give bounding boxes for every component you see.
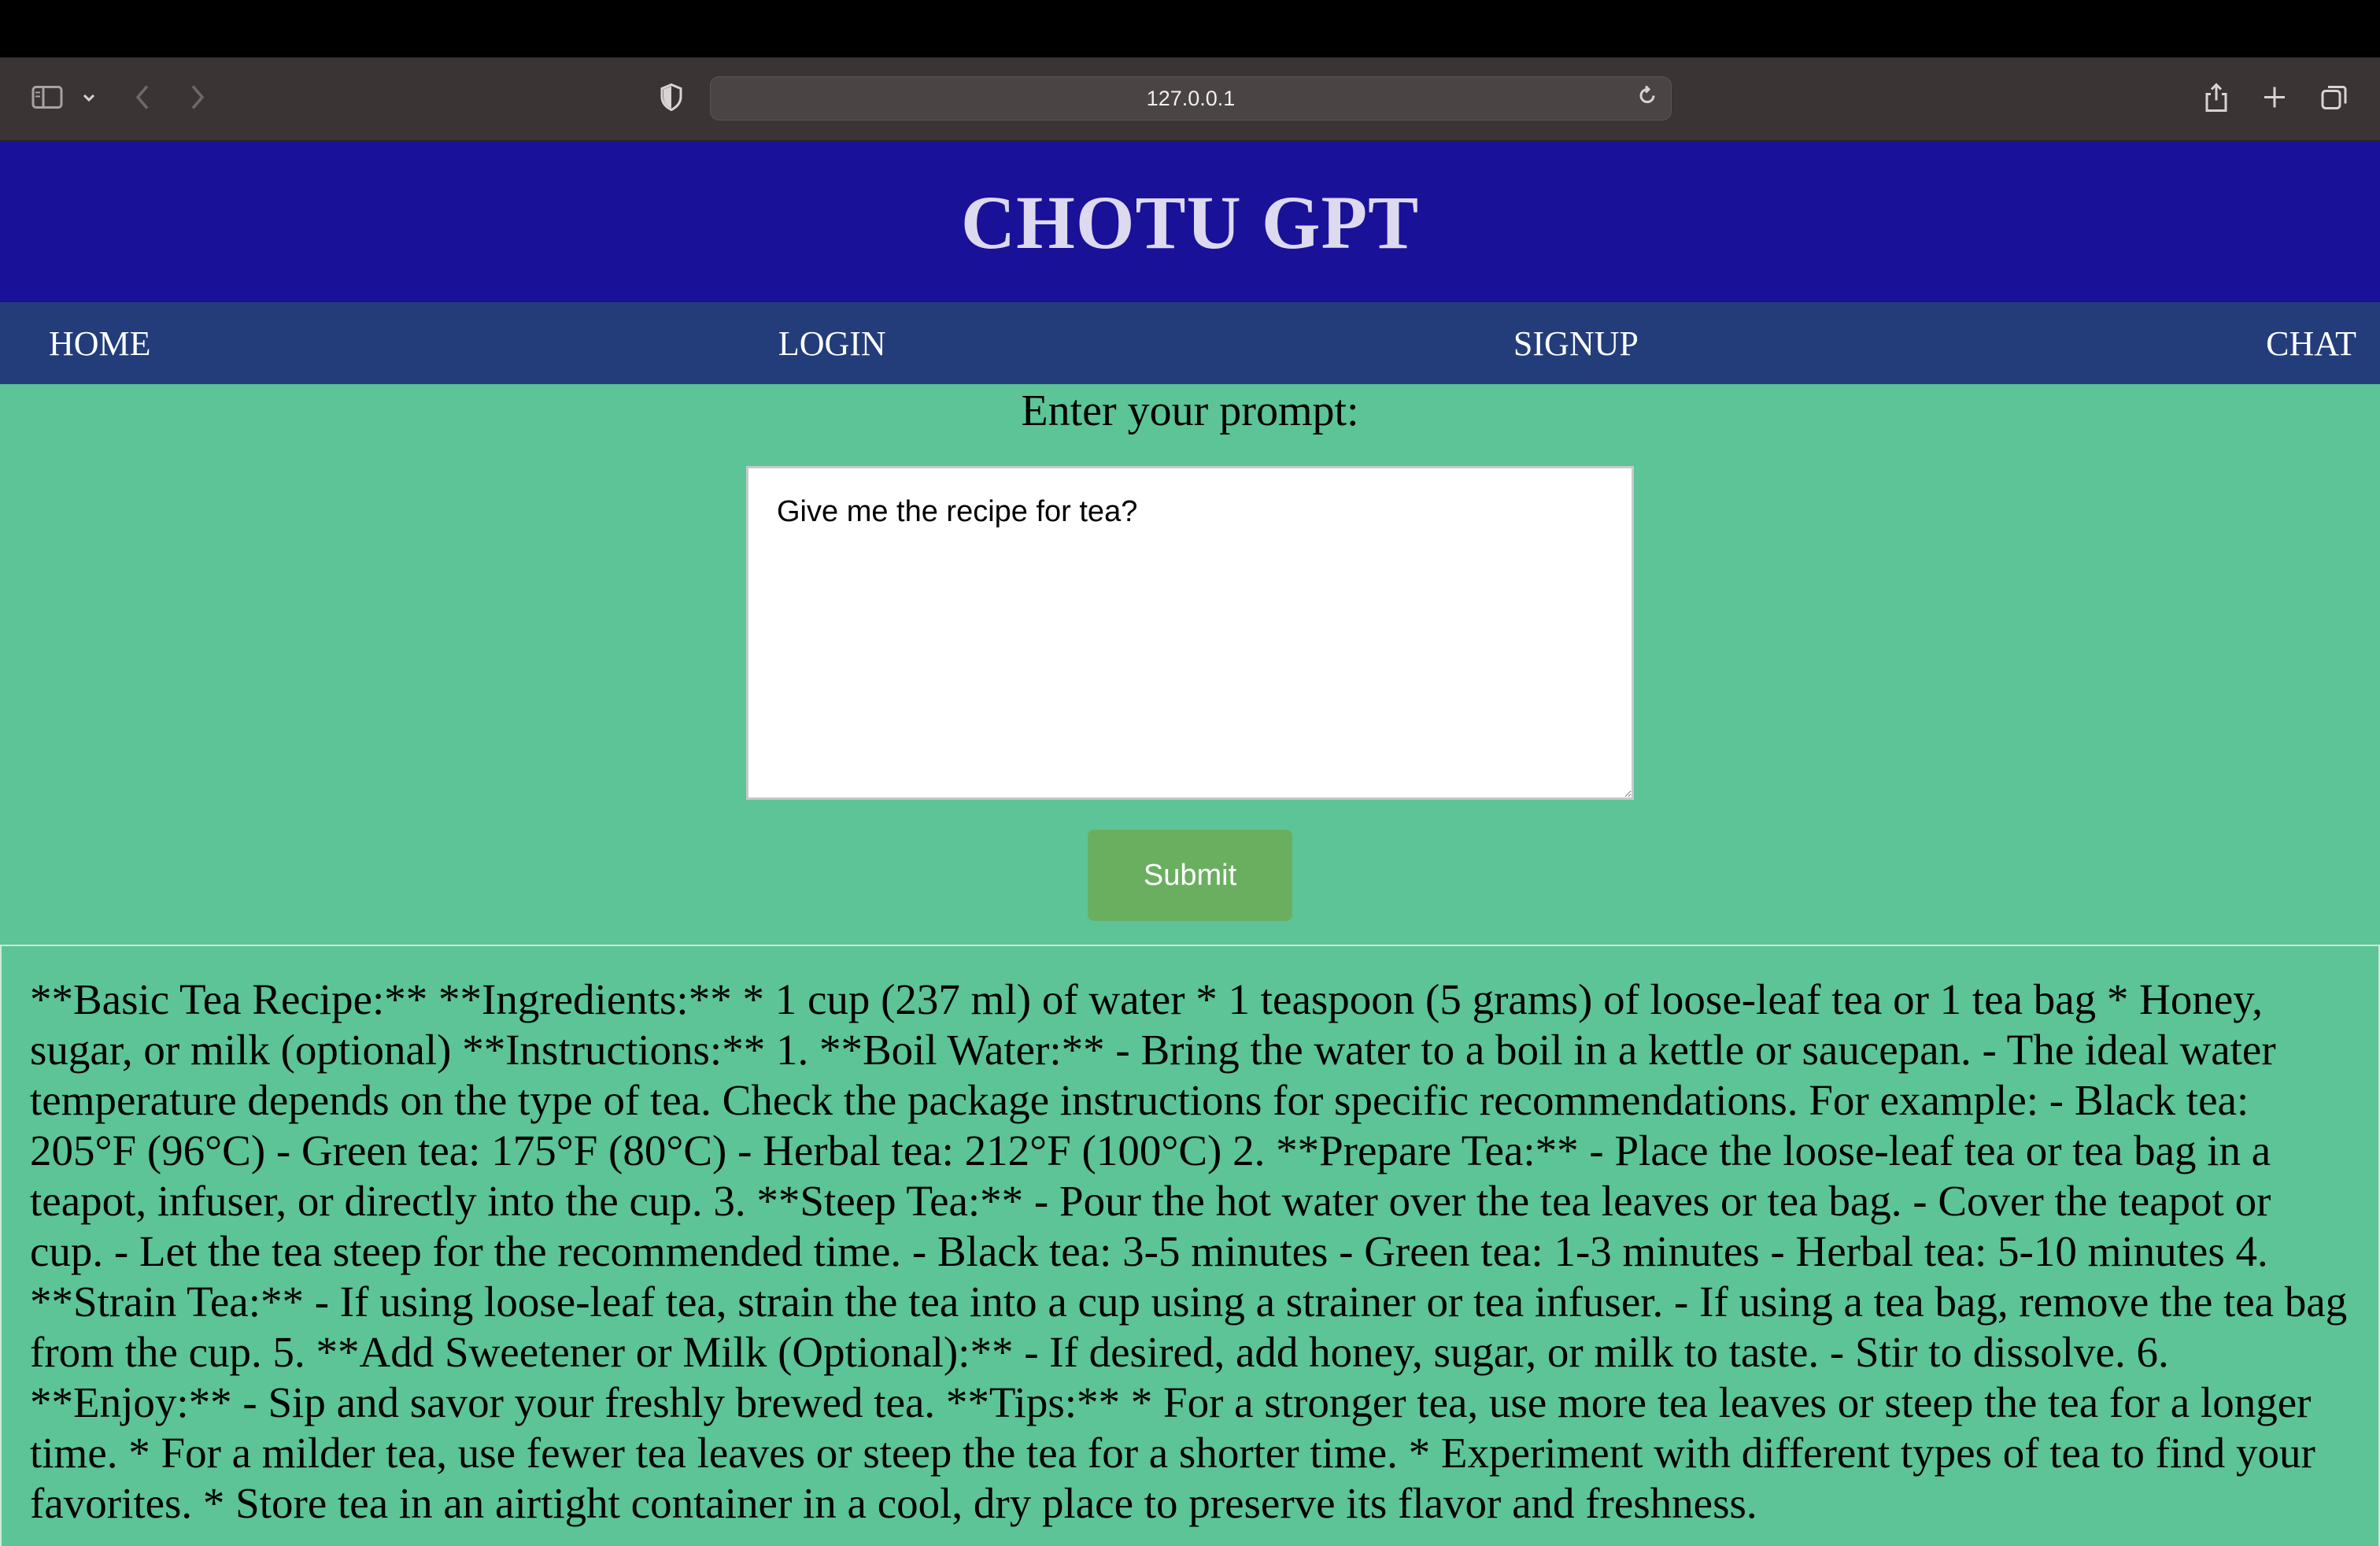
page-title: CHOTU GPT <box>960 179 1420 264</box>
url-text: 127.0.0.1 <box>1146 86 1236 110</box>
chevron-down-icon[interactable] <box>82 92 96 106</box>
browser-toolbar: 127.0.0.1 <box>0 57 2380 142</box>
new-tab-icon[interactable] <box>2262 84 2287 113</box>
response-box: **Basic Tea Recipe:** **Ingredients:** *… <box>0 945 2380 1546</box>
site-header: CHOTU GPT <box>0 142 2380 302</box>
forward-icon[interactable] <box>189 83 206 114</box>
shield-icon[interactable] <box>660 83 683 115</box>
share-icon[interactable] <box>2204 81 2229 117</box>
response-text: **Basic Tea Recipe:** **Ingredients:** *… <box>30 975 2348 1527</box>
back-icon[interactable] <box>134 83 151 114</box>
prompt-textarea-container: Give me the recipe for tea? <box>746 466 1634 800</box>
reload-icon[interactable] <box>1636 85 1658 113</box>
nav-home-link[interactable]: HOME <box>49 324 151 364</box>
screen-top-bar <box>0 0 2380 57</box>
nav-chat-link[interactable]: CHAT <box>2266 324 2356 364</box>
sidebar-icon[interactable] <box>31 84 63 113</box>
nav-signup-link[interactable]: SIGNUP <box>1513 324 1639 364</box>
prompt-label: Enter your prompt: <box>1021 386 1359 435</box>
nav-login-link[interactable]: LOGIN <box>778 324 886 364</box>
address-bar[interactable]: 127.0.0.1 <box>710 76 1672 120</box>
submit-button[interactable]: Submit <box>1088 830 1292 921</box>
prompt-textarea[interactable]: Give me the recipe for tea? <box>746 466 1634 800</box>
main-nav: HOME LOGIN SIGNUP CHAT <box>0 302 2380 384</box>
tabs-overview-icon[interactable] <box>2320 83 2349 115</box>
